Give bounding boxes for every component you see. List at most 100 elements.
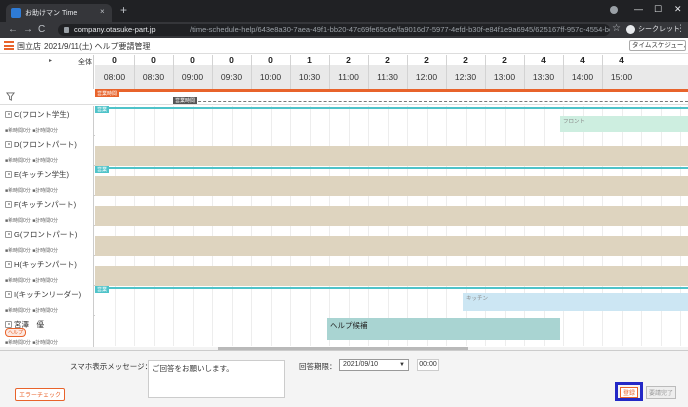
minimize-icon[interactable]: —: [634, 4, 643, 14]
shift-block[interactable]: キッチン: [463, 293, 688, 311]
grid-line: [114, 316, 116, 346]
staff-hours: ■希時間0分 ■計時間0分: [5, 218, 58, 224]
store-name: 国立店: [17, 42, 41, 51]
grid-line: [251, 316, 252, 346]
filter-icon[interactable]: [6, 92, 15, 101]
staff-hours: ■希時間0分 ■計時間0分: [5, 340, 58, 346]
grid-line: [114, 106, 116, 136]
error-check-button[interactable]: エラーチェック: [15, 388, 66, 401]
grid-line: [134, 316, 135, 346]
grid-line: [563, 316, 564, 346]
message-textarea[interactable]: ご回答をお願いします。: [148, 360, 285, 398]
deadline-date-select[interactable]: 2021/09/10 ▼: [339, 359, 409, 371]
grid-line: [660, 316, 662, 346]
person-icon: [5, 201, 12, 208]
column-divider: [329, 55, 330, 89]
staff-timeline[interactable]: [95, 256, 688, 286]
shift-tag: 営業: [95, 106, 110, 113]
deadline-label: 回答期限：: [299, 362, 337, 371]
staff-timeline[interactable]: [95, 196, 688, 226]
staff-info: I(キッチンリーダー) ■希時間0分 ■計時間0分: [0, 286, 94, 316]
grid-header: ▸ 全体 0 0 0 0 0 1 2 2 2 2 2 4 4 4 08:00 08:30 09:00 09:30…: [0, 55, 688, 89]
time-slot-label: 08:30: [142, 72, 165, 82]
staff-info: F(キッチンパート) ■希時間0分 ■計時間0分: [0, 196, 94, 226]
staff-timeline[interactable]: [95, 136, 688, 166]
staff-count: 2: [346, 55, 351, 65]
request-complete-button[interactable]: 要請完了: [646, 386, 677, 399]
staff-hours: ■希時間0分 ■計時間0分: [5, 308, 58, 314]
grid-line: [524, 106, 525, 136]
bookmark-star-icon[interactable]: ☆: [612, 23, 621, 34]
staff-name[interactable]: E(キッチン学生): [14, 169, 69, 180]
forward-icon[interactable]: →: [23, 24, 33, 36]
timeline-button[interactable]: タイムスケジュール: [629, 40, 686, 51]
incognito-indicator[interactable]: シークレット: [626, 24, 680, 34]
grid-line: [251, 106, 252, 136]
shift-block[interactable]: フロント: [560, 116, 688, 132]
reload-icon[interactable]: C: [38, 24, 45, 36]
staff-row: D(フロントパート) ■希時間0分 ■計時間0分: [0, 136, 688, 166]
browser-menu-icon[interactable]: ⋮: [676, 23, 685, 34]
person-icon: [5, 321, 12, 328]
staff-timeline[interactable]: 営業 キッチン: [95, 286, 688, 316]
grid-line: [192, 286, 194, 316]
time-slot-label: 13:00: [493, 72, 516, 82]
grid-line: [192, 316, 194, 346]
grid-line: [465, 106, 467, 136]
tab-search-icon[interactable]: [610, 6, 618, 14]
staff-timeline[interactable]: 営業 フロント: [95, 106, 688, 136]
address-bar[interactable]: company.otasuke-part.jp /time-schedule-h…: [58, 24, 610, 36]
staff-name[interactable]: D(フロントパート): [14, 139, 77, 150]
unavailable-shade: [95, 206, 688, 226]
staff-count: 4: [619, 55, 624, 65]
staff-timeline[interactable]: ヘルプ候補: [95, 316, 688, 348]
staff-row: G(フロントパート) ■希時間0分 ■計時間0分: [0, 226, 688, 256]
staff-count: 2: [463, 55, 468, 65]
shift-tag: 営業: [95, 286, 110, 293]
grid-line: [153, 106, 155, 136]
business-hours-label: 営業時間: [95, 90, 120, 97]
grid-line: [621, 316, 623, 346]
staff-timeline[interactable]: 営業: [95, 166, 688, 196]
close-window-icon[interactable]: ✕: [674, 4, 682, 14]
unavailable-shade: [95, 266, 688, 286]
register-button[interactable]: 登録: [620, 387, 639, 398]
staff-hours: ■希時間0分 ■計時間0分: [5, 248, 58, 254]
app-favicon-icon: [11, 8, 21, 18]
grid-line: [368, 106, 369, 136]
time-slot-label: 14:00: [571, 72, 594, 82]
staff-timeline[interactable]: [95, 226, 688, 256]
staff-name[interactable]: H(キッチンパート): [14, 259, 77, 270]
grid-line: [134, 106, 135, 136]
time-slot-label: 15:00: [610, 72, 633, 82]
back-icon[interactable]: ←: [8, 24, 18, 36]
new-tab-icon[interactable]: +: [120, 4, 127, 16]
grid-line: [387, 286, 389, 316]
staff-name[interactable]: G(フロントパート): [14, 229, 77, 240]
staff-name[interactable]: F(キッチンパート): [14, 199, 76, 210]
column-divider: [212, 55, 213, 89]
shift-tag: 営業: [95, 166, 110, 173]
help-candidate-block[interactable]: ヘルプ候補: [327, 318, 560, 340]
tab-title: お助けマン Time: [25, 10, 78, 17]
maximize-icon[interactable]: ☐: [654, 4, 662, 14]
grid-line: [407, 286, 408, 316]
person-icon: [5, 291, 12, 298]
staff-name[interactable]: I(キッチンリーダー): [14, 289, 81, 300]
staff-name[interactable]: C(フロント学生): [14, 109, 69, 120]
expand-arrow-icon[interactable]: ▸: [49, 57, 52, 64]
grid-line: [329, 286, 330, 316]
time-header-row: 08:00 08:30 09:00 09:30 10:00 10:30 11:00 11:30…: [95, 65, 688, 89]
time-slot-label: 10:30: [298, 72, 321, 82]
tab-close-icon[interactable]: ×: [100, 7, 105, 16]
browser-tab[interactable]: お助けマン Time ×: [6, 4, 112, 22]
lock-icon: [64, 27, 69, 33]
app-header: 国立店 2021/9/11(土) ヘルプ要請管理 タイムスケジュール: [0, 38, 688, 54]
hamburger-menu-icon[interactable]: [4, 41, 14, 50]
deadline-time-field[interactable]: 00:00: [417, 359, 439, 371]
staff-count: 1: [307, 55, 312, 65]
column-divider: [368, 55, 369, 89]
message-label: スマホ表示メッセージ：: [70, 362, 153, 371]
open-hours-label: 営業時間: [173, 97, 198, 104]
grid-line: [192, 106, 194, 136]
